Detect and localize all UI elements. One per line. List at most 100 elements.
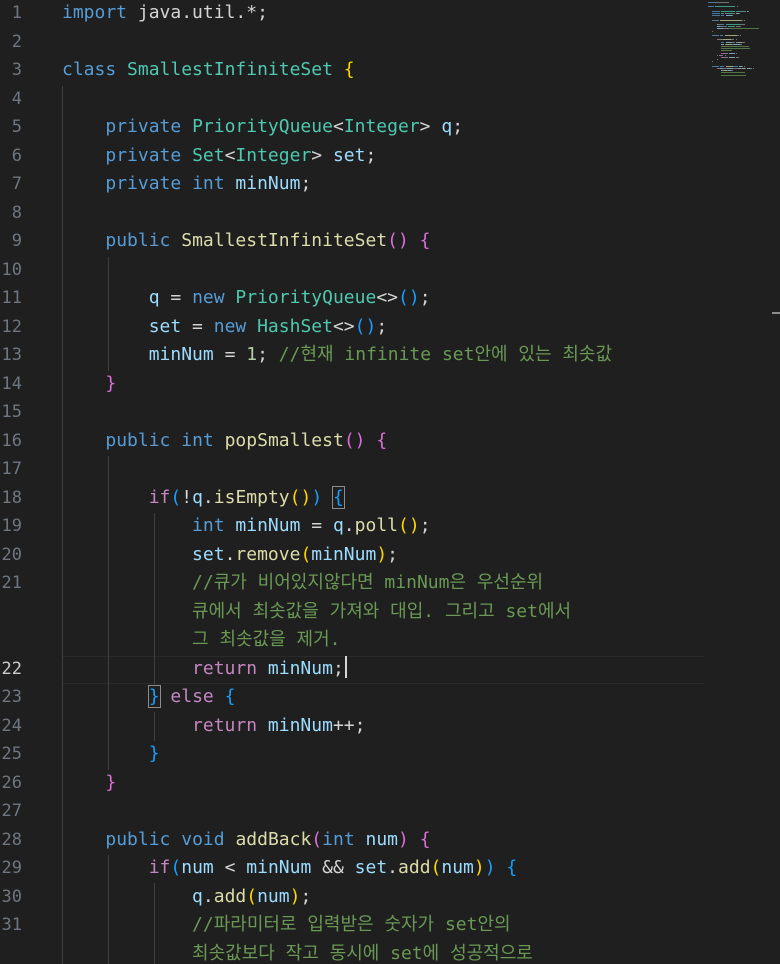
code-token: = [159, 287, 193, 308]
line-number: 2 [11, 31, 22, 52]
code-token: ; [452, 116, 464, 137]
code-editor[interactable]: 1 2 3 4 5 6 7 8 9 10 11 12 13 14 15 16 17 18 19 20 21 22 23 24 2… [0, 0, 780, 964]
line-number: 9 [11, 231, 22, 251]
code-token: () [398, 515, 420, 536]
code-line[interactable]: } [62, 370, 116, 399]
code-token: } [105, 372, 117, 394]
code-line[interactable]: q.add(num); [62, 883, 311, 912]
minimap-line [744, 65, 746, 67]
code-line[interactable]: import java.util.*; [62, 0, 268, 28]
minimap-line [741, 43, 743, 45]
code-token: { [419, 230, 431, 251]
line-number: 31 [1, 915, 22, 935]
code-token: ; [419, 515, 431, 536]
minimap-line [708, 2, 715, 3]
code-token: //현재 infinite set안에 있는 최솟값 [278, 344, 613, 365]
code-token: <> [332, 315, 355, 337]
code-line[interactable]: return minNum; [62, 655, 347, 684]
minimap-line [712, 61, 714, 63]
code-line[interactable]: private int minNum; [62, 170, 311, 199]
code-token: add [398, 857, 431, 878]
code-line[interactable]: 큐에서 최솟값을 가져와 대입. 그리고 set에서 [62, 598, 571, 627]
minimap[interactable] [708, 0, 772, 80]
code-line[interactable]: public void addBack(int num) { [62, 826, 430, 855]
code-line[interactable]: q = new PriorityQueue<>(); [62, 284, 431, 313]
line-number: 27 [1, 801, 22, 821]
minimap-line [714, 6, 736, 8]
minimap-line [721, 15, 725, 17]
code-token: num [257, 885, 290, 907]
minimap-line [721, 50, 733, 52]
minimap-line [733, 43, 740, 45]
code-token: public [105, 230, 171, 251]
code-line[interactable]: private Set<Integer> set; [62, 142, 376, 171]
code-token: > [311, 144, 333, 166]
line-number: 14 [1, 373, 22, 394]
code-line[interactable]: return minNum++; [62, 712, 365, 741]
minimap-line [736, 10, 745, 12]
line-number: 4 [11, 88, 22, 109]
code-token: ) [289, 885, 301, 907]
code-line[interactable]: 최솟값보다 작고 동시에 set에 성공적으로 [62, 940, 533, 964]
code-line[interactable]: set.remove(minNum); [62, 541, 398, 570]
code-line[interactable]: class SmallestInfiniteSet { [62, 56, 355, 85]
code-line[interactable]: private PriorityQueue<Integer> q; [62, 113, 463, 142]
code-token: ++; [332, 714, 366, 736]
code-line[interactable]: } else { [62, 683, 235, 712]
code-line[interactable]: int minNum = q.poll(); [62, 512, 431, 541]
code-token: return [192, 714, 258, 736]
code-token: set [332, 144, 366, 166]
code-token: //큐가 비어있지않다면 minNum은 우선순위 [192, 572, 544, 593]
code-line[interactable]: } [62, 740, 160, 769]
code-line[interactable]: } [62, 769, 116, 798]
code-token: Integer [343, 116, 420, 137]
code-line[interactable]: //큐가 비어있지않다면 minNum은 우선순위 [62, 569, 543, 598]
code-token: minNum [311, 543, 377, 565]
code-line[interactable]: if(num < minNum && set.add(num)) { [62, 854, 518, 883]
scrollbar-position-marker[interactable] [772, 312, 780, 314]
code-token: minNum [246, 857, 312, 878]
code-token: () [343, 429, 366, 451]
code-token: add [213, 885, 247, 907]
minimap-line [728, 52, 736, 54]
minimap-line [720, 19, 741, 21]
line-number-gutter: 1 2 3 4 5 6 7 8 9 10 11 12 13 14 15 16 17 18 19 20 21 22 23 24 2… [0, 0, 50, 964]
line-number: 23 [1, 687, 22, 707]
code-line[interactable]: //파라미터로 입력받은 숫자가 set안의 [62, 911, 511, 940]
code-token: ; [387, 543, 398, 565]
line-number: 15 [1, 402, 22, 422]
code-token: ! [181, 486, 193, 508]
minimap-line [736, 6, 738, 8]
code-token: java.util.*; [127, 2, 268, 23]
code-token: import [62, 2, 128, 23]
code-line[interactable]: minNum = 1; //현재 infinite set안에 있는 최솟값 [62, 341, 612, 370]
minimap-line [744, 24, 746, 25]
code-token: SmallestInfiniteSet [127, 59, 333, 80]
line-number: 29 [1, 858, 22, 878]
code-token: int [192, 173, 225, 194]
minimap-line [716, 28, 724, 30]
code-line[interactable]: public SmallestInfiniteSet() { [62, 227, 431, 256]
code-token: . [202, 486, 214, 508]
minimap-line [738, 13, 740, 14]
minimap-line [712, 13, 721, 14]
minimap-line [753, 68, 755, 69]
code-area[interactable]: import java.util.*; class SmallestInfinit… [62, 0, 780, 964]
code-line[interactable]: public int popSmallest() { [62, 427, 387, 456]
line-number: 3 [11, 60, 22, 80]
code-line[interactable]: set = new HashSet<>(); [62, 313, 387, 342]
code-token: private [105, 116, 182, 137]
code-token: PriorityQueue [192, 116, 333, 137]
line-number: 19 [1, 516, 22, 536]
code-line[interactable]: if(!q.isEmpty()) { [62, 484, 345, 513]
minimap-line [721, 57, 728, 58]
code-line[interactable]: 그 최솟값을 제거. [62, 626, 340, 655]
minimap-line [736, 35, 739, 36]
